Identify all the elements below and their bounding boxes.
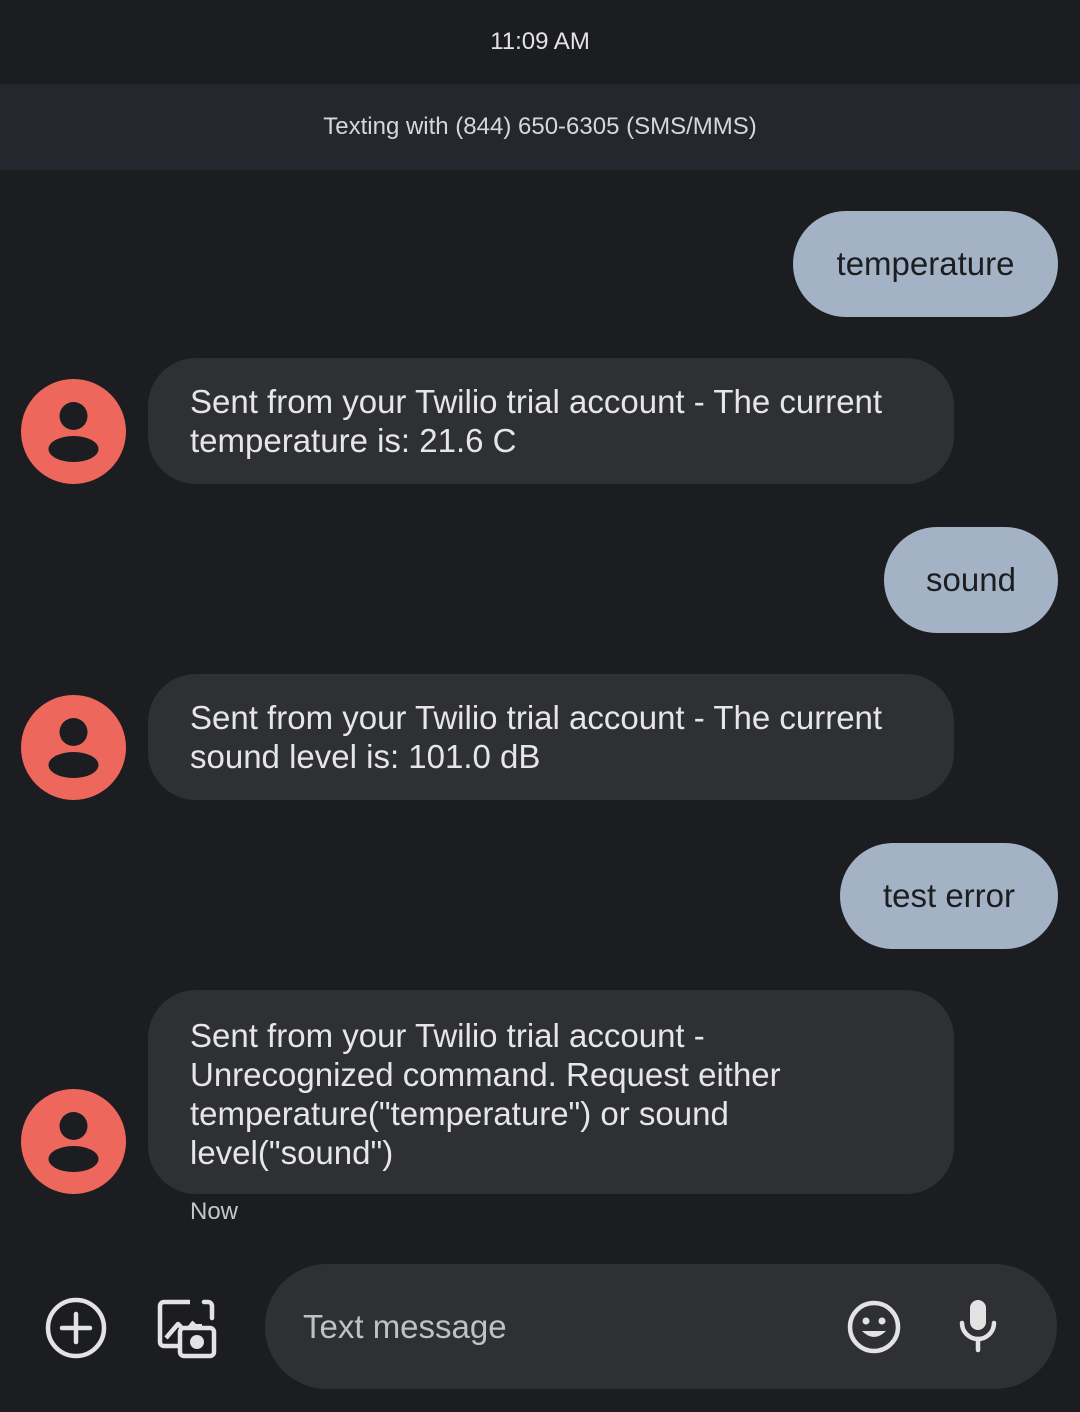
voice-input-button[interactable] — [953, 1296, 1003, 1356]
status-time: 11:09 AM — [490, 28, 590, 55]
person-icon — [48, 1112, 99, 1172]
message-timestamp: Now — [190, 1198, 239, 1225]
messaging-screen: 11:09 AM Texting with (844) 650-6305 (SM… — [0, 0, 1080, 1412]
outgoing-message-bubble[interactable]: sound — [884, 527, 1058, 633]
person-icon — [48, 718, 99, 778]
add-circle-icon — [45, 1297, 107, 1359]
add-attachment-button[interactable] — [42, 1294, 110, 1362]
gallery-button[interactable] — [150, 1292, 222, 1364]
contact-avatar[interactable] — [21, 379, 126, 484]
microphone-icon — [959, 1300, 997, 1353]
contact-avatar[interactable] — [21, 695, 126, 800]
outgoing-message-bubble[interactable]: test error — [840, 843, 1058, 949]
gallery-camera-icon — [157, 1299, 217, 1359]
message-input[interactable]: Text message — [265, 1264, 1057, 1389]
contact-avatar[interactable] — [21, 1089, 126, 1194]
conversation-banner: Texting with (844) 650-6305 (SMS/MMS) — [0, 84, 1080, 170]
message-input-placeholder: Text message — [303, 1307, 507, 1345]
emoji-icon — [847, 1300, 901, 1354]
emoji-button[interactable] — [845, 1298, 903, 1356]
person-icon — [48, 402, 99, 462]
incoming-message-bubble[interactable]: Sent from your Twilio trial account - Un… — [148, 990, 954, 1194]
incoming-message-bubble[interactable]: Sent from your Twilio trial account - Th… — [148, 358, 954, 484]
outgoing-message-bubble[interactable]: temperature — [793, 211, 1058, 317]
incoming-message-bubble[interactable]: Sent from your Twilio trial account - Th… — [148, 674, 954, 800]
